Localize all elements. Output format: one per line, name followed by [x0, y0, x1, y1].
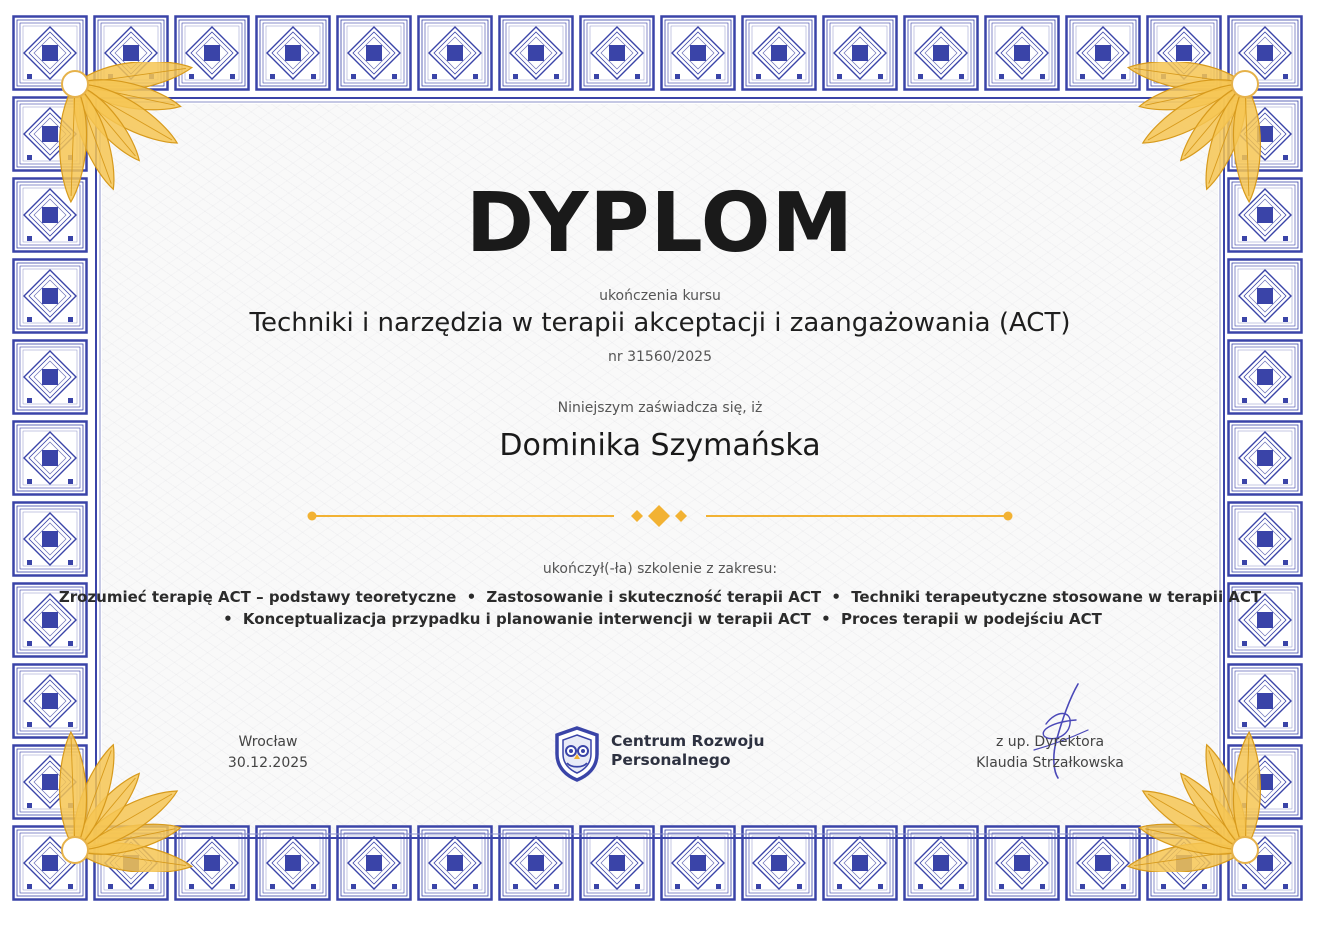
topic-item: Zrozumieć terapię ACT – podstawy teorety… [58, 588, 457, 606]
course-name: Techniki i narzędzia w terapii akceptacj… [249, 308, 1071, 338]
organization-name-line-2: Personalnego [611, 751, 731, 769]
recipient-name: Dominika Szymańska [499, 428, 821, 463]
topic-bullet: • [821, 610, 831, 628]
topic-item: Proces terapii w podejściu ACT [840, 610, 1102, 628]
ornament-center-circle [1231, 836, 1259, 864]
border-tile [984, 15, 1060, 91]
ornament-center-circle [61, 836, 89, 864]
course-number: nr 31560/2025 [608, 349, 712, 365]
border-tile [417, 15, 493, 91]
border-tile [579, 15, 655, 91]
border-tile [336, 15, 412, 91]
place-date: Wrocław 30.12.2025 [188, 732, 348, 774]
diamond-divider [307, 505, 1013, 527]
corner-ornament-bottom-left [58, 730, 194, 872]
date: 30.12.2025 [227, 755, 309, 771]
topics-line-2: • Konceptualizacja przypadku i planowani… [0, 610, 1320, 628]
border-tile [498, 15, 574, 91]
border-tile [660, 15, 736, 91]
border-tile [822, 15, 898, 91]
border-tile [741, 15, 817, 91]
certificate: DYPLOM ukończenia kursu Techniki i narzę… [0, 0, 1320, 933]
organization-name: Centrum Rozwoju Personalnego [611, 732, 764, 770]
place: Wrocław [238, 734, 298, 750]
ornament-center-circle [1231, 70, 1259, 98]
subtitle: ukończenia kursu [599, 288, 721, 304]
signature-block: z up. Dyrektora Klaudia Strzałkowska [960, 732, 1140, 774]
certify-text: Niniejszym zaświadcza się, iż [557, 400, 763, 416]
topic-item: Techniki terapeutyczne stosowane w terap… [851, 588, 1262, 606]
topic-bullet: • [223, 610, 233, 628]
topic-bullet: • [466, 588, 477, 606]
document-title: DYPLOM [465, 176, 855, 271]
topic-item: Konceptualizacja przypadku i planowanie … [242, 610, 811, 628]
ornament-center-circle [61, 70, 89, 98]
owl-shield-icon [555, 726, 599, 782]
border-tile [255, 15, 331, 91]
topic-bullet: • [831, 588, 841, 606]
signature-name: Klaudia Strzałkowska [976, 755, 1124, 771]
organization-name-line-1: Centrum Rozwoju [611, 732, 765, 750]
border-tile [903, 15, 979, 91]
completed-text: ukończył(-ła) szkolenie z zakresu: [542, 561, 778, 577]
signature-role: z up. Dyrektora [995, 734, 1105, 750]
topic-item: Zastosowanie i skuteczność terapii ACT [486, 588, 822, 606]
organization-logo: Centrum Rozwoju Personalnego [553, 724, 793, 784]
topics-line-1: Zrozumieć terapię ACT – podstawy teorety… [0, 588, 1320, 606]
